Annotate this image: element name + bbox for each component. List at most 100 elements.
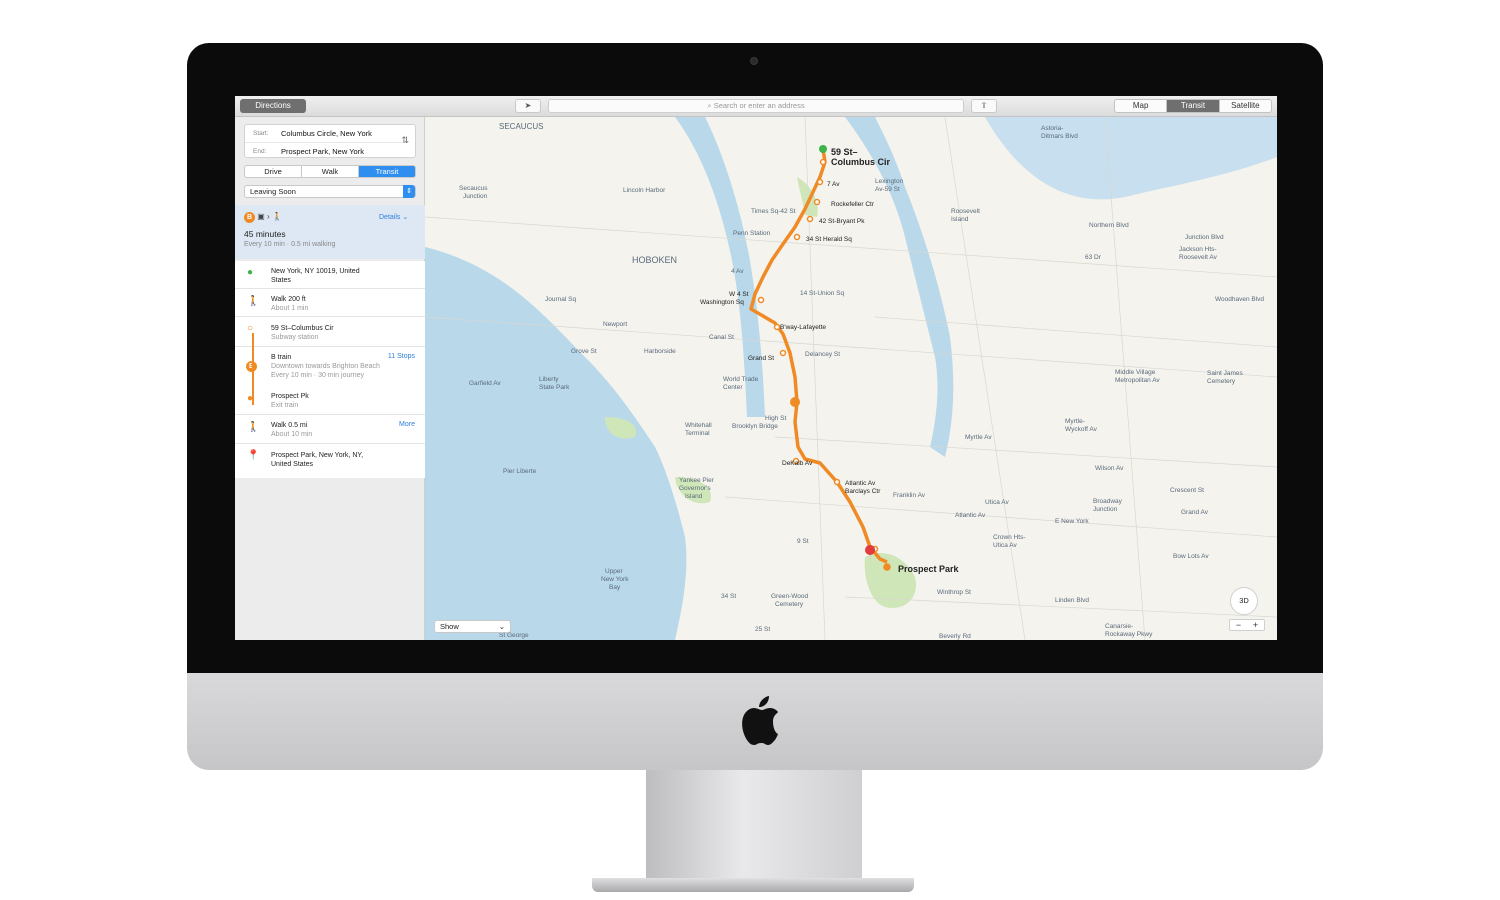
end-key: End: <box>253 148 267 155</box>
map-label: World Trade <box>723 376 759 383</box>
directions-sidebar: Start: Columbus Circle, New York End: Pr… <box>235 117 425 640</box>
stop-prospect-park[interactable] <box>883 563 891 571</box>
stop-grand-st[interactable] <box>779 349 787 357</box>
map-label: Saint James <box>1207 370 1244 377</box>
map-label: 34 St Herald Sq <box>806 236 852 243</box>
mode-walk[interactable]: Walk <box>302 166 359 177</box>
mode-drive[interactable]: Drive <box>245 166 302 177</box>
stop-7-av[interactable] <box>816 178 824 186</box>
compass-button[interactable]: 3D <box>1230 587 1258 615</box>
map-label: Green-Wood <box>771 593 808 600</box>
map-label: Grove St <box>571 348 597 355</box>
mode-transit[interactable]: Transit <box>359 166 415 177</box>
map-label: 9 St <box>797 538 809 545</box>
list-item[interactable]: ● New York, NY 10019, United States <box>235 261 425 289</box>
list-item[interactable]: 🚶 Walk 0.5 mi More About 10 min <box>235 415 425 444</box>
map-label: Journal Sq <box>545 296 576 303</box>
stop-42-st[interactable] <box>806 215 814 223</box>
map-label: Delancey St <box>805 351 840 358</box>
share-button[interactable]: ⇪ <box>971 99 997 113</box>
zoom-in-button[interactable]: + <box>1247 620 1264 630</box>
step-sub: Subway station <box>271 334 319 341</box>
map-label: Beverly Rd <box>939 633 971 640</box>
stop-59-st[interactable] <box>819 158 827 166</box>
route-icons: B ▣ › 🚶 <box>244 212 282 223</box>
stop-rockefeller[interactable] <box>813 198 821 206</box>
map-label: Lincoln Harbor <box>623 187 666 194</box>
map-mode-map[interactable]: Map <box>1115 100 1168 112</box>
map-label: Penn Station <box>733 230 771 237</box>
swap-icon[interactable]: ⇅ <box>401 135 409 146</box>
camera-icon <box>750 57 758 65</box>
map-label: Wilson Av <box>1095 465 1124 472</box>
step-sub-2: Every 10 min · 30 min journey <box>271 372 364 379</box>
green-pin-icon[interactable] <box>819 145 827 153</box>
map-label: Rockefeller Ctr <box>831 201 875 208</box>
step-title: Walk 0.5 mi <box>271 422 308 429</box>
map-mode-satellite[interactable]: Satellite <box>1220 100 1271 112</box>
current-location-button[interactable]: ➤ <box>515 99 541 113</box>
chevron-down-icon: ⌄ <box>498 622 505 631</box>
map-label: 42 St-Bryant Pk <box>819 218 865 225</box>
map-label: Metropolitan Av <box>1115 377 1160 384</box>
map-mode-transit[interactable]: Transit <box>1167 100 1220 112</box>
monitor-stand <box>646 770 862 880</box>
stop-34-st[interactable] <box>793 233 801 241</box>
walk-icon: 🚶 <box>247 296 260 307</box>
transit-rail <box>252 333 254 405</box>
map-label: Junction Blvd <box>1185 234 1224 241</box>
map-view[interactable]: SECAUCUS HOBOKEN 59 St– Columbus Cir 7 A… <box>425 117 1277 640</box>
search-input[interactable]: ⌕ Search or enter an address <box>548 99 964 113</box>
end-row[interactable]: End: Prospect Park, New York <box>245 142 405 159</box>
map-label: Atlantic Av <box>955 512 986 519</box>
map-label: Grand St <box>748 355 774 362</box>
map-label: Bay <box>609 584 621 591</box>
show-label: Show <box>440 622 459 631</box>
step-title: Walk 200 ft <box>271 296 306 303</box>
list-item[interactable]: ● Prospect Pk Exit train <box>235 385 425 415</box>
start-row[interactable]: Start: Columbus Circle, New York <box>245 125 405 142</box>
map-label: B'way-Lafayette <box>780 324 826 331</box>
map-label: Franklin Av <box>893 492 926 499</box>
b-train-icon: B <box>244 212 255 223</box>
stop-w4-st[interactable] <box>757 296 765 304</box>
map-label: 34 St <box>721 593 736 600</box>
stop-atlantic[interactable] <box>833 478 841 486</box>
map-label: Middle Village <box>1115 369 1156 376</box>
zoom-out-button[interactable]: − <box>1230 620 1247 630</box>
directions-button[interactable]: Directions <box>240 99 306 113</box>
map-label: Roosevelt <box>951 208 980 215</box>
show-select[interactable]: Show ⌄ <box>434 620 511 633</box>
leaving-select[interactable]: Leaving Soon ⇕ <box>244 185 416 198</box>
list-item[interactable]: 🚶 Walk 200 ft About 1 min <box>235 289 425 317</box>
map-label: Barclays Ctr <box>845 488 881 495</box>
start-field[interactable]: Columbus Circle, New York <box>281 125 372 142</box>
leaving-value: Leaving Soon <box>250 187 296 196</box>
map-label: HOBOKEN <box>632 255 677 265</box>
list-item[interactable]: B B train 11 Stops Downtown towards Brig… <box>235 347 425 385</box>
maps-app-window: Directions ➤ ⌕ Search or enter an addres… <box>235 96 1277 640</box>
list-item[interactable]: ○ 59 St–Columbus Cir Subway station <box>235 317 425 347</box>
list-item[interactable]: 📍 Prospect Park, New York, NY, United St… <box>235 444 425 474</box>
map-label: Pier Liberte <box>503 468 537 475</box>
map-label: 14 St-Union Sq <box>800 290 844 297</box>
map-label: Cemetery <box>775 601 804 608</box>
map-label: Woodhaven Blvd <box>1215 296 1264 303</box>
b-train-map-icon <box>790 397 800 407</box>
walk-icon: 🚶 <box>271 212 282 221</box>
map-label: 63 Dr <box>1085 254 1102 261</box>
apple-logo-icon <box>742 696 778 745</box>
map-label: Roosevelt Av <box>1179 254 1218 261</box>
map-label: Crown Hts- <box>993 534 1026 541</box>
stop-bway-lafayette[interactable] <box>773 323 781 331</box>
map-label: E New York <box>1055 518 1089 525</box>
details-link[interactable]: Details ⌄ <box>379 213 408 221</box>
walk-icon: 🚶 <box>247 422 260 433</box>
map-label: Utica Av <box>993 542 1017 549</box>
map-label: Times Sq-42 St <box>751 208 796 215</box>
more-link[interactable]: More <box>399 421 415 428</box>
route-summary[interactable]: B ▣ › 🚶 Details ⌄ 45 minutes Every 10 mi… <box>235 205 425 259</box>
green-pin-icon: ● <box>247 267 254 278</box>
stops-count[interactable]: 11 Stops <box>388 353 415 360</box>
end-field[interactable]: Prospect Park, New York <box>281 143 364 160</box>
